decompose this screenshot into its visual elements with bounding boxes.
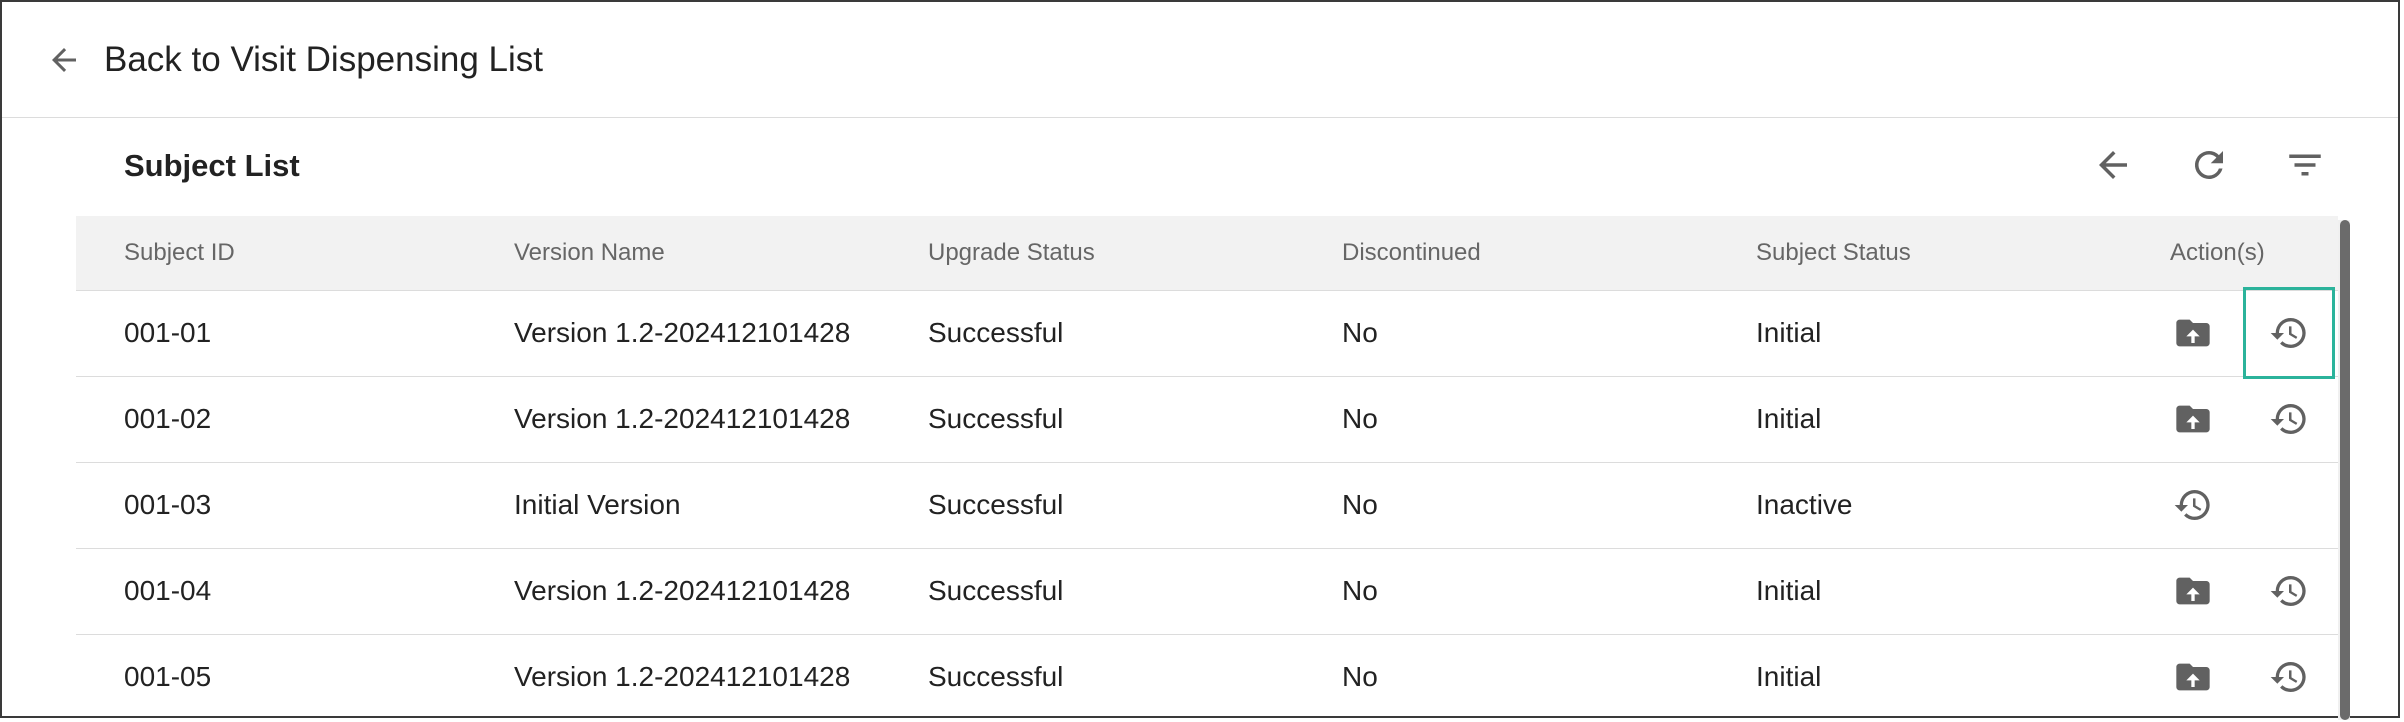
- upgrade-status-cell: Successful: [880, 290, 1294, 377]
- upgrade-button[interactable]: [2170, 568, 2216, 614]
- actions-cell: [2122, 462, 2338, 549]
- upgrade-status-cell: Successful: [880, 462, 1294, 549]
- folder-upload-icon: [2176, 663, 2210, 691]
- discontinued-cell: No: [1294, 548, 1708, 635]
- upgrade-status-cell: Successful: [880, 376, 1294, 463]
- history-icon: [2174, 490, 2210, 520]
- back-button[interactable]: [2090, 142, 2136, 188]
- subject-table-container: Subject ID Version Name Upgrade Status D…: [76, 216, 2338, 720]
- arrow-left-icon: [2099, 151, 2127, 179]
- subject-status-cell: Initial: [1708, 376, 2122, 463]
- column-header-actions: Action(s): [2122, 216, 2338, 291]
- column-header-subject-id[interactable]: Subject ID: [76, 216, 466, 291]
- history-icon: [2270, 662, 2306, 692]
- subject-id-cell: 001-02: [76, 376, 466, 463]
- folder-upload-icon: [2176, 577, 2210, 605]
- discontinued-cell: No: [1294, 376, 1708, 463]
- history-button[interactable]: [2266, 654, 2312, 700]
- vertical-scrollbar-thumb[interactable]: [2340, 220, 2350, 720]
- version-name-cell: Version 1.2-202412101428: [466, 290, 880, 377]
- arrow-left-icon: [52, 48, 76, 72]
- subject-id-cell: 001-05: [76, 634, 466, 720]
- upgrade-button[interactable]: [2170, 654, 2216, 700]
- top-bar: Back to Visit Dispensing List: [2, 2, 2398, 118]
- subject-status-cell: Initial: [1708, 290, 2122, 377]
- folder-upload-icon: [2176, 405, 2210, 433]
- refresh-button[interactable]: [2186, 142, 2232, 188]
- actions-cell: [2122, 548, 2338, 635]
- history-button[interactable]: [2266, 568, 2312, 614]
- table-toolbar: [2090, 142, 2328, 188]
- discontinued-cell: No: [1294, 462, 1708, 549]
- subject-id-cell: 001-01: [76, 290, 466, 377]
- refresh-icon: [2194, 150, 2223, 179]
- column-header-subject-status[interactable]: Subject Status: [1708, 216, 2122, 291]
- subject-status-cell: Inactive: [1708, 462, 2122, 549]
- table-header-row: Subject ID Version Name Upgrade Status D…: [76, 216, 2338, 291]
- subject-status-cell: Initial: [1708, 634, 2122, 720]
- history-icon: [2270, 576, 2306, 606]
- upgrade-button[interactable]: [2170, 396, 2216, 442]
- filter-button[interactable]: [2282, 142, 2328, 188]
- history-button[interactable]: [2266, 396, 2312, 442]
- history-icon: [2270, 404, 2306, 434]
- column-header-discontinued[interactable]: Discontinued: [1294, 216, 1708, 291]
- table-row: 001-01 Version 1.2-202412101428 Successf…: [76, 287, 2338, 379]
- back-link-label: Back to Visit Dispensing List: [104, 40, 544, 79]
- history-button[interactable]: [2243, 287, 2335, 379]
- history-icon: [2270, 318, 2306, 348]
- subject-id-cell: 001-03: [76, 462, 466, 549]
- discontinued-cell: No: [1294, 290, 1708, 377]
- table-row: 001-05 Version 1.2-202412101428 Successf…: [76, 634, 2338, 720]
- upgrade-status-cell: Successful: [880, 548, 1294, 635]
- folder-upload-icon: [2176, 319, 2210, 347]
- version-name-cell: Initial Version: [466, 462, 880, 549]
- discontinued-cell: No: [1294, 634, 1708, 720]
- version-name-cell: Version 1.2-202412101428: [466, 376, 880, 463]
- app-window: Back to Visit Dispensing List Subject Li…: [0, 0, 2400, 720]
- column-header-version-name[interactable]: Version Name: [466, 216, 880, 291]
- version-name-cell: Version 1.2-202412101428: [466, 634, 880, 720]
- subject-status-cell: Initial: [1708, 548, 2122, 635]
- actions-cell: [2122, 634, 2338, 720]
- table-row: 001-04 Version 1.2-202412101428 Successf…: [76, 548, 2338, 635]
- version-name-cell: Version 1.2-202412101428: [466, 548, 880, 635]
- upgrade-button[interactable]: [2170, 310, 2216, 356]
- history-button[interactable]: [2170, 482, 2216, 528]
- table-row: 001-03 Initial Version Successful No Ina…: [76, 462, 2338, 549]
- column-header-upgrade-status[interactable]: Upgrade Status: [880, 216, 1294, 291]
- subject-table: Subject ID Version Name Upgrade Status D…: [76, 216, 2338, 720]
- card-title: Subject List: [124, 148, 300, 183]
- actions-cell: [2122, 287, 2338, 379]
- upgrade-status-cell: Successful: [880, 634, 1294, 720]
- actions-cell: [2122, 376, 2338, 463]
- table-row: 001-02 Version 1.2-202412101428 Successf…: [76, 376, 2338, 463]
- filter-icon: [2289, 154, 2321, 176]
- subject-id-cell: 001-04: [76, 548, 466, 635]
- back-to-visit-dispensing-link[interactable]: Back to Visit Dispensing List: [46, 32, 543, 88]
